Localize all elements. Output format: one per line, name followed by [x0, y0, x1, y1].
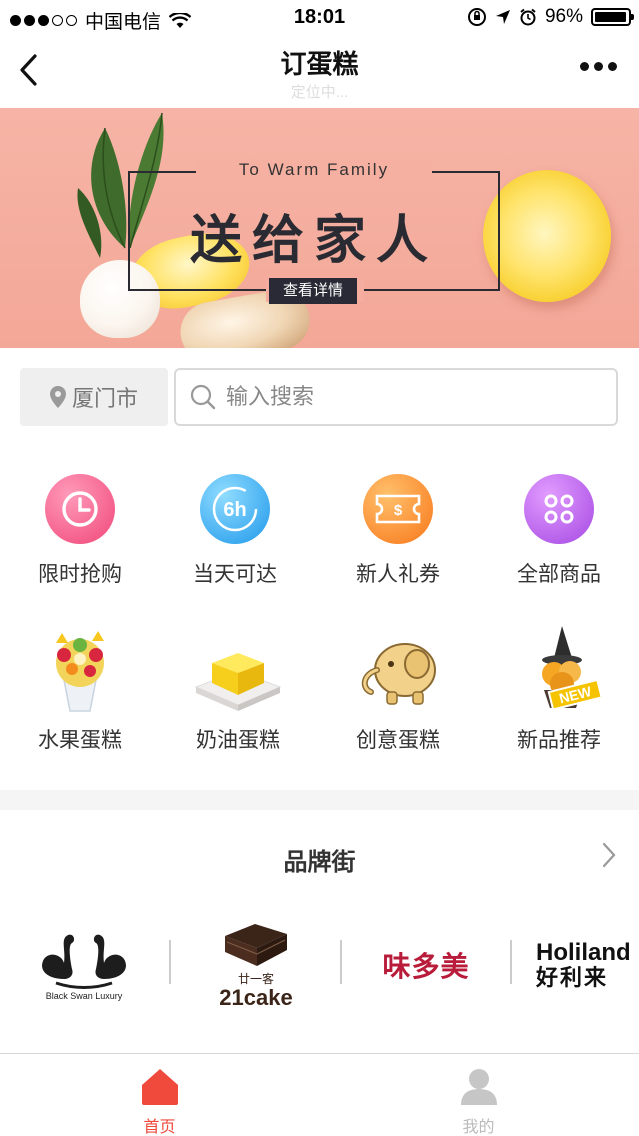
- 6h-icon: 6h: [200, 474, 270, 544]
- brand-holiland[interactable]: Holiland 好利来: [536, 910, 639, 1020]
- location-status: 定位中...: [290, 84, 349, 101]
- category-new-coupon[interactable]: $ 新人礼券: [318, 474, 478, 588]
- banner-title: 送给家人: [189, 212, 438, 270]
- search-icon: [190, 384, 216, 410]
- category-all-products[interactable]: 全部商品: [479, 474, 639, 588]
- holiland-logo: Holiland: [536, 939, 631, 966]
- user-icon: [460, 1069, 497, 1105]
- new-cake-icon: NEW: [509, 620, 609, 720]
- category-label: 创意蛋糕: [356, 729, 440, 752]
- 21cake-logo: [225, 923, 287, 966]
- page-title: 订蛋糕: [280, 49, 359, 79]
- wifi-icon: [169, 12, 192, 28]
- category-grid: 限时抢购 6h 当天可达 $ 新人礼券 全部商品 水果蛋糕 奶油蛋糕 创意蛋糕 …: [0, 448, 639, 790]
- category-same-day[interactable]: 6h 当天可达: [155, 474, 315, 588]
- location-arrow-icon: [495, 10, 510, 24]
- brand-21cake[interactable]: 廿一客 21cake: [196, 910, 316, 1020]
- brand-caption: 21cake: [219, 984, 293, 1010]
- coupon-icon: $: [363, 474, 433, 544]
- battery-percent: 96%: [544, 6, 583, 27]
- fruit-cake-icon: [30, 620, 130, 720]
- elephant-cake-icon: [348, 620, 448, 720]
- more-dots-icon[interactable]: [580, 62, 617, 71]
- brand-weiduomei[interactable]: 味多美: [366, 910, 486, 1020]
- carrier-label: 中国电信: [85, 12, 162, 33]
- tab-label: 首页: [143, 1119, 176, 1136]
- category-flash-sale[interactable]: 限时抢购: [0, 474, 160, 588]
- promo-banner[interactable]: To Warm Family 送给家人 查看详情: [0, 108, 639, 348]
- svg-text:$: $: [394, 502, 403, 519]
- weiduomei-logo: 味多美: [382, 951, 470, 982]
- alarm-icon: [520, 8, 536, 26]
- chevron-right-icon[interactable]: [599, 840, 619, 870]
- tab-home[interactable]: 首页: [0, 1054, 319, 1136]
- banner-subtitle: To Warm Family: [238, 160, 390, 179]
- grid-dots-icon: [524, 474, 594, 544]
- brand-street-section: 品牌街 Black Swan Luxury 廿一客 21cake 味多美 Hol…: [0, 810, 639, 1054]
- category-label: 新人礼券: [356, 563, 440, 586]
- lemon-slice-image: [483, 170, 611, 302]
- brand-list: Black Swan Luxury 廿一客 21cake 味多美 Holilan…: [0, 910, 639, 1020]
- black-swan-logo: [42, 934, 126, 989]
- cream-cake-icon: [188, 620, 288, 720]
- battery-icon: [591, 8, 634, 26]
- view-details-button[interactable]: 查看详情: [269, 278, 357, 304]
- category-fruit-cake[interactable]: 水果蛋糕: [0, 620, 160, 754]
- tab-label: 我的: [462, 1119, 495, 1136]
- section-divider: [0, 790, 639, 810]
- tab-bar: 首页 我的: [0, 1053, 639, 1136]
- category-label: 限时抢购: [38, 563, 122, 586]
- category-label: 新品推荐: [517, 729, 601, 752]
- status-right: 96%: [467, 6, 634, 28]
- rotation-lock-icon: [467, 8, 486, 26]
- category-new-arrivals[interactable]: NEW 新品推荐: [479, 620, 639, 754]
- brand-caption-top: 廿一客: [237, 971, 274, 986]
- status-bar: 中国电信 18:01 96%: [0, 0, 639, 36]
- city-label: 厦门市: [71, 386, 138, 411]
- search-row: 厦门市: [0, 348, 639, 448]
- home-icon: [141, 1069, 178, 1105]
- signal-icon: [10, 15, 77, 26]
- category-creative-cake[interactable]: 创意蛋糕: [318, 620, 478, 754]
- clock-icon: [45, 474, 115, 544]
- category-label: 全部商品: [517, 563, 601, 586]
- tab-mine[interactable]: 我的: [319, 1054, 638, 1136]
- nav-bar: 订蛋糕 定位中...: [0, 36, 639, 108]
- brand-section-title: 品牌街: [283, 849, 356, 876]
- status-left: 中国电信: [10, 7, 192, 34]
- city-selector[interactable]: 厦门市: [20, 368, 168, 426]
- brand-black-swan[interactable]: Black Swan Luxury: [26, 910, 142, 1020]
- search-input[interactable]: [226, 384, 596, 410]
- brand-caption: Black Swan Luxury: [45, 991, 123, 1001]
- brand-caption: 好利来: [536, 965, 609, 990]
- search-box[interactable]: [174, 368, 618, 426]
- category-label: 奶油蛋糕: [196, 729, 280, 752]
- category-label: 水果蛋糕: [38, 729, 122, 752]
- category-cream-cake[interactable]: 奶油蛋糕: [158, 620, 318, 754]
- category-label: 当天可达: [193, 563, 277, 586]
- location-pin-icon: [49, 386, 66, 408]
- svg-text:6h: 6h: [223, 499, 246, 521]
